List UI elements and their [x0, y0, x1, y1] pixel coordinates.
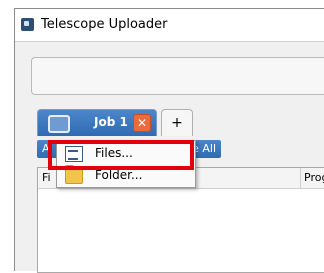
add-tab-button[interactable]: +	[161, 109, 193, 136]
path-field[interactable]	[31, 57, 324, 95]
folder-icon	[65, 165, 83, 184]
close-tab-icon[interactable]: ✕	[133, 114, 151, 132]
app-icon	[21, 18, 34, 31]
job-tab-icon	[48, 115, 70, 133]
menu-item-folder-label: Folder...	[95, 168, 143, 182]
title-bar: Telescope Uploader	[15, 9, 324, 42]
files-highlight-box	[48, 140, 194, 170]
column-header-progress[interactable]: Progr	[300, 168, 324, 188]
window-title: Telescope Uploader	[41, 17, 168, 32]
tab-job-1[interactable]: Job 1 ✕	[37, 109, 157, 136]
column-header-file[interactable]: Fi	[42, 171, 51, 184]
tab-job-1-label: Job 1	[94, 115, 128, 129]
